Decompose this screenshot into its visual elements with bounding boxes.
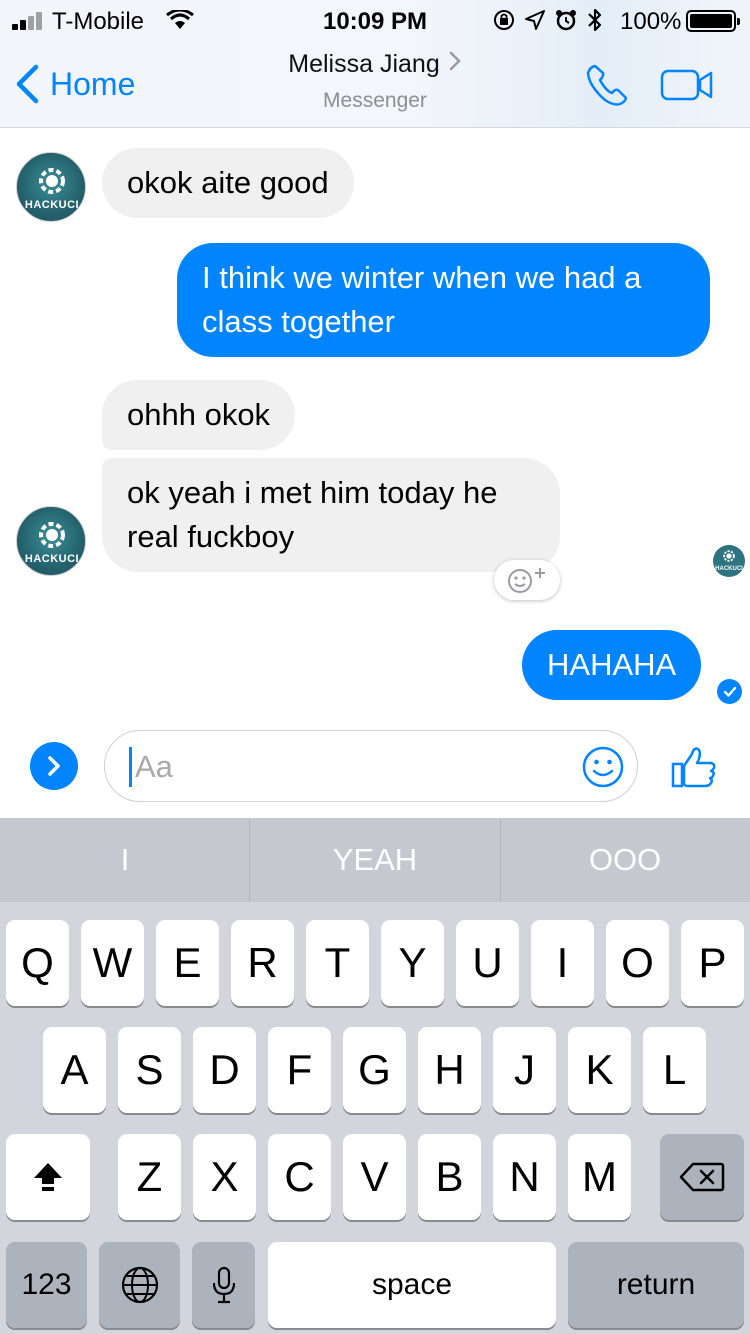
predictive-text-bar: I YEAH OOO (0, 818, 750, 902)
emoji-icon[interactable] (581, 745, 625, 789)
alarm-icon (556, 10, 576, 31)
return-key[interactable]: return (568, 1242, 744, 1328)
key-a[interactable]: A (43, 1027, 106, 1113)
backspace-icon (679, 1162, 725, 1192)
outgoing-message[interactable]: HAHAHA (522, 630, 702, 700)
location-arrow-icon (525, 10, 545, 30)
globe-key[interactable] (99, 1242, 180, 1328)
prediction-suggestion[interactable]: I (0, 818, 250, 902)
shift-key[interactable] (6, 1134, 90, 1220)
key-n[interactable]: N (493, 1134, 556, 1220)
orientation-lock-icon (494, 10, 514, 30)
key-o[interactable]: O (606, 920, 669, 1006)
key-c[interactable]: C (268, 1134, 331, 1220)
space-key[interactable]: space (268, 1242, 556, 1328)
avatar-label: HACKUCI (24, 199, 80, 211)
key-f[interactable]: F (268, 1027, 331, 1113)
contact-avatar[interactable]: HACKUCI (16, 152, 86, 222)
seen-avatar-label: HACKUCI (715, 566, 743, 572)
add-reaction-button[interactable] (494, 560, 560, 600)
phone-icon[interactable] (584, 62, 630, 108)
contact-title[interactable]: Melissa Jiang Messenger (0, 50, 750, 113)
key-w[interactable]: W (81, 920, 144, 1006)
incoming-message[interactable]: ok yeah i met him today he real fuckboy (102, 458, 560, 572)
prediction-suggestion[interactable]: OOO (500, 818, 750, 902)
key-l[interactable]: L (643, 1027, 706, 1113)
key-v[interactable]: V (343, 1134, 406, 1220)
key-k[interactable]: K (568, 1027, 631, 1113)
conversation-header: T-Mobile 10:09 PM 100% Home Melissa Jian… (0, 0, 750, 128)
key-j[interactable]: J (493, 1027, 556, 1113)
video-camera-icon[interactable] (660, 68, 714, 102)
contact-avatar[interactable]: HACKUCI (16, 506, 86, 576)
key-r[interactable]: R (231, 920, 294, 1006)
key-p[interactable]: P (681, 920, 744, 1006)
numbers-key[interactable]: 123 (6, 1242, 87, 1328)
seen-receipt-avatar: HACKUCI (713, 545, 745, 577)
bluetooth-icon (588, 8, 602, 32)
status-bar: T-Mobile 10:09 PM 100% (0, 0, 750, 40)
incoming-message[interactable]: okok aite good (102, 148, 354, 218)
key-b[interactable]: B (418, 1134, 481, 1220)
gear-logo-icon (39, 522, 65, 548)
microphone-icon (212, 1266, 235, 1304)
avatar-label: HACKUCI (24, 553, 80, 565)
key-s[interactable]: S (118, 1027, 181, 1113)
key-u[interactable]: U (456, 920, 519, 1006)
chevron-right-icon (448, 50, 462, 79)
dictation-key[interactable] (192, 1242, 255, 1328)
gear-logo-icon (39, 168, 65, 194)
key-d[interactable]: D (193, 1027, 256, 1113)
chevron-right-icon (48, 756, 60, 776)
key-z[interactable]: Z (118, 1134, 181, 1220)
delivered-check-icon (717, 679, 742, 704)
delete-key[interactable] (660, 1134, 744, 1220)
message-input[interactable] (135, 743, 575, 791)
expand-actions-button[interactable] (30, 742, 78, 790)
key-t[interactable]: T (306, 920, 369, 1006)
prediction-suggestion[interactable]: YEAH (250, 818, 500, 902)
key-g[interactable]: G (343, 1027, 406, 1113)
keyboard: I YEAH OOO Q W E R T Y U I O P A S D F G… (0, 818, 750, 1334)
key-h[interactable]: H (418, 1027, 481, 1113)
incoming-message[interactable]: ohhh okok (102, 380, 296, 450)
key-m[interactable]: M (568, 1134, 631, 1220)
key-q[interactable]: Q (6, 920, 69, 1006)
key-y[interactable]: Y (381, 920, 444, 1006)
outgoing-message[interactable]: I think we winter when we had a class to… (177, 243, 710, 357)
contact-subtitle: Messenger (323, 89, 427, 112)
battery-percentage: 100% (620, 8, 682, 35)
message-composer[interactable] (104, 730, 638, 802)
thumbs-up-icon[interactable] (670, 744, 718, 790)
battery-icon (686, 10, 740, 32)
key-i[interactable]: I (531, 920, 594, 1006)
text-cursor (129, 747, 132, 787)
contact-name: Melissa Jiang (288, 50, 440, 78)
shift-arrow-icon (34, 1163, 62, 1191)
key-x[interactable]: X (193, 1134, 256, 1220)
globe-icon (121, 1266, 158, 1304)
emoji-plus-icon (508, 568, 545, 593)
key-e[interactable]: E (156, 920, 219, 1006)
